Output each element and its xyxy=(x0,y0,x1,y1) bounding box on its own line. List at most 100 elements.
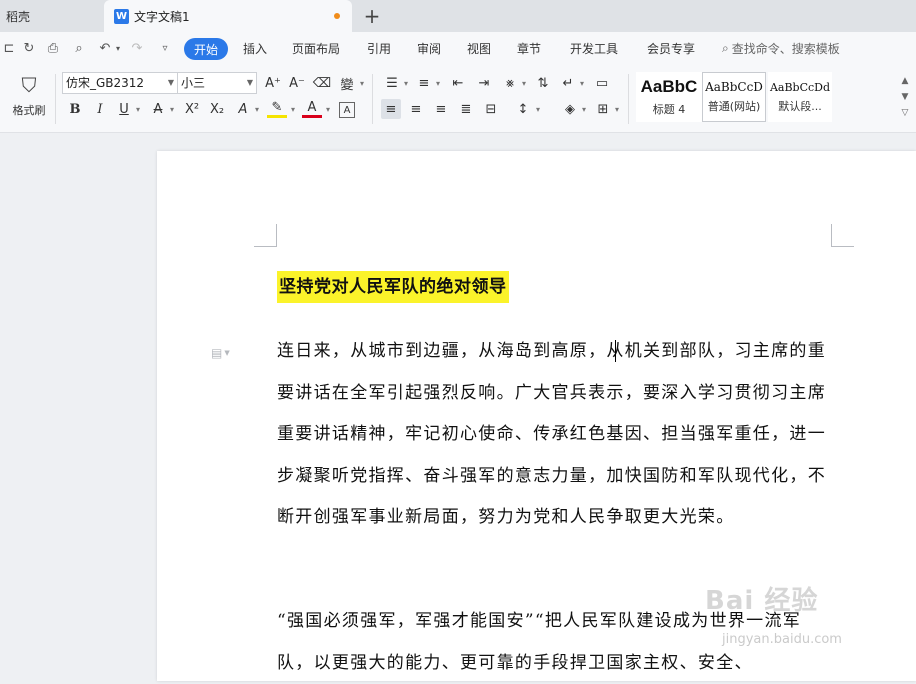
bold-icon[interactable]: B xyxy=(65,99,85,119)
chevron-down-icon[interactable]: ▾ xyxy=(253,99,261,119)
numbered-list-icon[interactable]: ≡ xyxy=(414,73,434,93)
show-marks-icon[interactable]: ↵ xyxy=(558,73,578,93)
clear-format-icon[interactable]: ⌫ xyxy=(312,73,332,93)
chinese-layout-icon[interactable]: ⨳ xyxy=(500,73,520,93)
redo-icon[interactable]: ↷ xyxy=(128,39,146,57)
chevron-down-icon[interactable]: ▾ xyxy=(324,99,332,119)
char-border-icon[interactable]: A xyxy=(339,102,355,118)
divider xyxy=(628,74,629,124)
style-normal-web-name: 普通(网站) xyxy=(707,100,761,113)
font-name-select[interactable]: 仿宋_GB2312 ▼ xyxy=(62,72,178,94)
text-cursor xyxy=(615,340,616,362)
chevron-down-icon[interactable]: ▾ xyxy=(613,99,621,119)
quick-access-more-icon[interactable]: ▿ xyxy=(156,39,174,57)
menu-insert[interactable]: 插入 xyxy=(243,40,267,57)
line-spacing-icon[interactable]: ↕ xyxy=(513,99,533,119)
tab-document[interactable]: W 文字文稿1 xyxy=(104,0,352,32)
style-heading4-name: 标题 4 xyxy=(652,103,686,116)
menu-member[interactable]: 会员专享 xyxy=(647,40,695,57)
decrease-indent-icon[interactable]: ⇤ xyxy=(448,73,468,93)
font-size-select[interactable]: 小三 ▼ xyxy=(177,72,257,94)
undo-icon[interactable]: ↶ xyxy=(96,39,114,57)
bullet-list-icon[interactable]: ☰ xyxy=(382,73,402,93)
tab-document-label: 文字文稿1 xyxy=(134,9,190,24)
paragraph-1[interactable]: 连日来，从城市到边疆，从海岛到高原，从机关到部队，习主席的重要讲话在全军引起强烈… xyxy=(277,331,833,539)
save-icon[interactable]: ↻ xyxy=(20,39,38,57)
new-tab-button[interactable]: + xyxy=(360,4,384,28)
menu-references[interactable]: 引用 xyxy=(367,40,391,57)
style-default-paragraph-name: 默认段... xyxy=(778,99,822,113)
subscript-icon[interactable]: X₂ xyxy=(207,99,227,119)
increase-indent-icon[interactable]: ⇥ xyxy=(474,73,494,93)
tab-bar: 稻壳 W 文字文稿1 + xyxy=(0,0,916,32)
style-default-paragraph-preview: AaBbCcDd xyxy=(769,80,831,94)
chevron-down-icon[interactable]: ▾ xyxy=(434,73,442,93)
menu-home-label: 开始 xyxy=(193,42,218,57)
chevron-down-icon[interactable]: ▾ xyxy=(578,73,586,93)
font-color-icon[interactable]: A xyxy=(302,99,322,118)
style-default-paragraph[interactable]: AaBbCcDd 默认段... xyxy=(768,72,832,122)
gallery-down-icon[interactable]: ▼ xyxy=(898,90,912,104)
command-search[interactable]: ⌕ 查找命令、搜索模板 xyxy=(722,40,840,57)
print-preview-icon[interactable]: ⌕ xyxy=(70,39,88,57)
highlight-icon[interactable]: ✎ xyxy=(267,99,287,118)
style-heading4-preview: AaBbC xyxy=(640,77,698,96)
menu-chapter[interactable]: 章节 xyxy=(517,40,541,57)
crop-mark-top-left xyxy=(254,224,277,247)
style-normal-web[interactable]: AaBbCcD 普通(网站) xyxy=(702,72,766,122)
divider xyxy=(55,74,56,124)
menu-bar: ⊏ ↻ ⎙ ⌕ ↶ ▾ ↷ ▿ 开始 插入 页面布局 引用 审阅 视图 章节 开… xyxy=(0,32,916,66)
tab-daoke[interactable]: 稻壳 xyxy=(0,0,102,32)
chevron-down-icon[interactable]: ▾ xyxy=(289,99,297,119)
search-icon: ⌕ xyxy=(722,41,729,55)
align-center-icon[interactable]: ≡ xyxy=(406,99,426,119)
font-size-value: 小三 xyxy=(181,76,206,90)
chevron-down-icon[interactable]: ▾ xyxy=(520,73,528,93)
distributed-align-icon[interactable]: ⊟ xyxy=(481,99,501,119)
font-name-value: 仿宋_GB2312 xyxy=(66,76,145,90)
superscript-icon[interactable]: X² xyxy=(182,99,202,119)
italic-icon[interactable]: I xyxy=(90,99,110,119)
baidu-watermark-url: jingyan.baidu.com xyxy=(722,632,842,647)
menu-developer[interactable]: 开发工具 xyxy=(570,40,618,57)
pinyin-icon[interactable]: 變 xyxy=(337,73,357,93)
shrink-font-icon[interactable]: A⁻ xyxy=(287,73,307,93)
gallery-more-icon[interactable]: ▽ xyxy=(898,106,912,120)
borders-icon[interactable]: ⊞ xyxy=(593,99,613,119)
chevron-down-icon[interactable]: ▾ xyxy=(402,73,410,93)
document-title[interactable]: 坚持党对人民军队的绝对领导 xyxy=(277,271,509,303)
chevron-down-icon[interactable]: ▾ xyxy=(168,99,176,119)
tab-daoke-label: 稻壳 xyxy=(6,9,31,24)
print-icon[interactable]: ⎙ xyxy=(44,39,62,57)
chevron-down-icon[interactable]: ▾ xyxy=(358,73,366,93)
chevron-down-icon: ▼ xyxy=(167,78,174,87)
baidu-watermark-logo: Bai 经验 xyxy=(705,586,819,616)
divider xyxy=(372,74,373,124)
format-painter-button[interactable]: ⛉ 格式刷 xyxy=(8,72,50,124)
chevron-down-icon[interactable]: ▾ xyxy=(580,99,588,119)
crop-mark-top-right xyxy=(831,224,854,247)
unsaved-dot-icon xyxy=(334,13,340,19)
grow-font-icon[interactable]: A⁺ xyxy=(263,73,283,93)
justify-icon[interactable]: ≣ xyxy=(456,99,476,119)
style-heading4[interactable]: AaBbC 标题 4 xyxy=(636,72,702,122)
menu-view[interactable]: 视图 xyxy=(467,40,491,57)
chevron-down-icon[interactable]: ▾ xyxy=(534,99,542,119)
tab-ruler-icon[interactable]: ▭ xyxy=(592,73,612,93)
align-right-icon[interactable]: ≡ xyxy=(431,99,451,119)
undo-dropdown-icon[interactable]: ▾ xyxy=(114,39,122,57)
text-effect-icon[interactable]: A xyxy=(233,99,253,119)
shading-icon[interactable]: ◈ xyxy=(560,99,580,119)
gallery-up-icon[interactable]: ▲ xyxy=(898,74,912,88)
strikethrough-icon[interactable]: A xyxy=(148,99,168,119)
align-left-icon[interactable]: ≡ xyxy=(381,99,401,119)
open-icon[interactable]: ⊏ xyxy=(0,39,18,57)
sort-icon[interactable]: ⇅ xyxy=(533,73,553,93)
menu-review[interactable]: 审阅 xyxy=(417,40,441,57)
paragraph-handle[interactable]: ▤ ▼ xyxy=(211,346,230,360)
wps-writer-icon: W xyxy=(114,8,129,24)
underline-icon[interactable]: U xyxy=(114,99,134,119)
menu-home[interactable]: 开始 xyxy=(184,38,228,60)
chevron-down-icon[interactable]: ▾ xyxy=(134,99,142,119)
menu-page-layout[interactable]: 页面布局 xyxy=(292,40,340,57)
